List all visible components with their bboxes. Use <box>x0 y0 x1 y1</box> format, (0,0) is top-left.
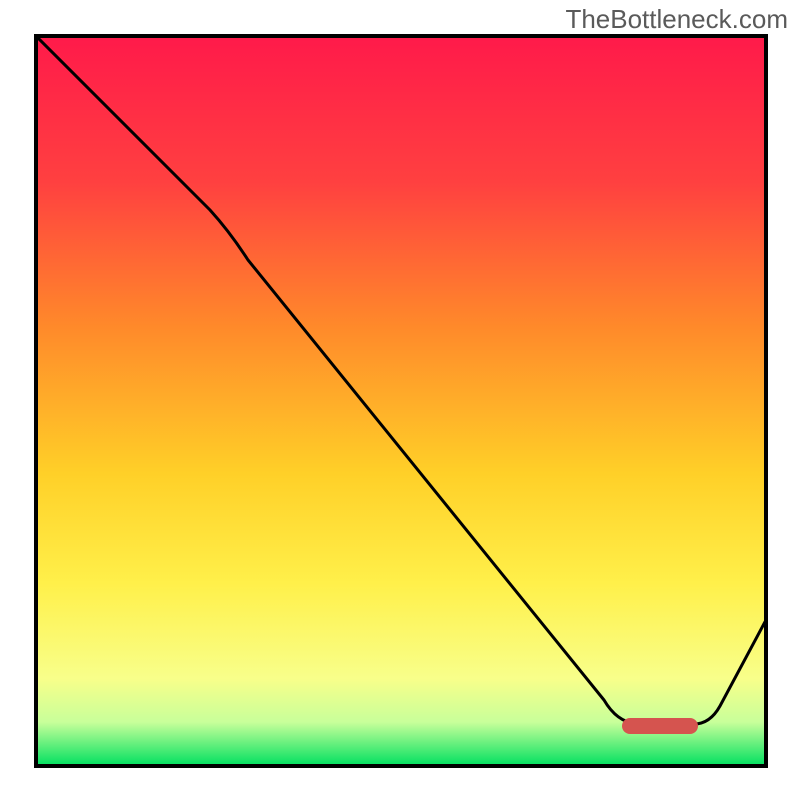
bottleneck-chart <box>0 0 800 800</box>
optimal-range-marker <box>622 718 698 734</box>
watermark-text: TheBottleneck.com <box>565 4 788 35</box>
chart-container: TheBottleneck.com <box>0 0 800 800</box>
